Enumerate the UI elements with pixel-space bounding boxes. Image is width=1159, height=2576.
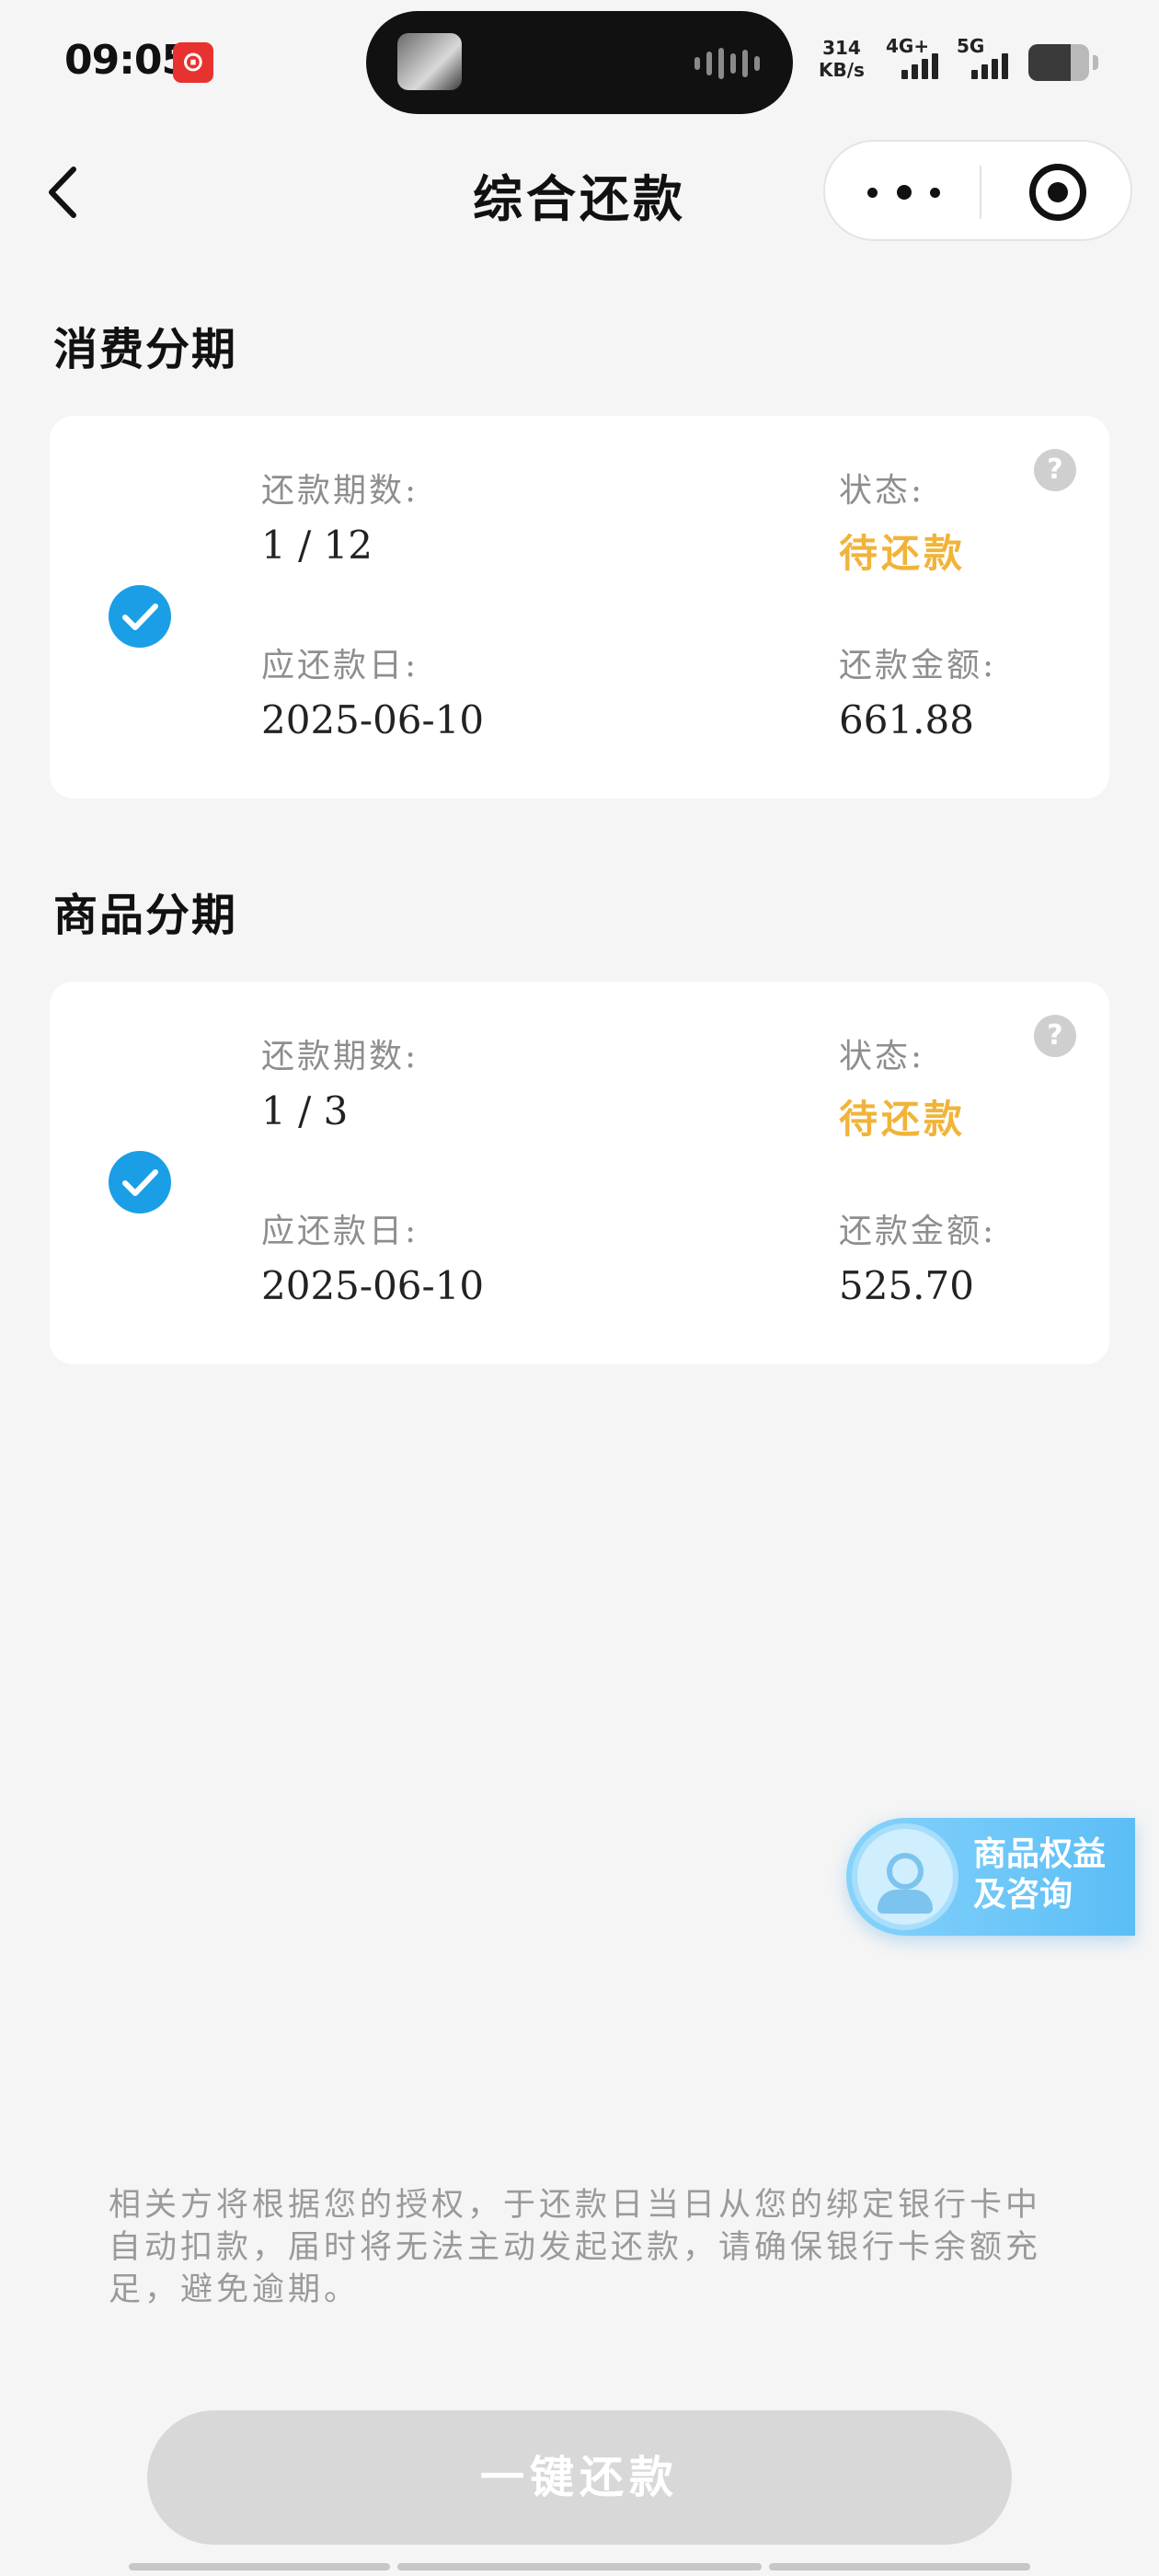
due-date-value: 2025-06-10	[261, 1263, 485, 1308]
help-icon[interactable]: ?	[1034, 1015, 1076, 1057]
period-value: 1 / 12	[261, 523, 373, 568]
signal-bars-icon	[901, 53, 938, 79]
period-value: 1 / 3	[261, 1088, 349, 1133]
gesture-bar-center[interactable]	[397, 2563, 762, 2570]
amount-value: 525.70	[839, 1263, 974, 1308]
audio-wave-icon	[694, 48, 760, 79]
more-button[interactable]	[862, 166, 950, 219]
more-dot-right	[930, 188, 940, 198]
amount-label: 还款金额:	[839, 1213, 997, 1250]
netease-music-icon: ⊙	[173, 42, 213, 83]
status-value: 待还款	[839, 1097, 967, 1142]
signal-bars-icon-2	[971, 53, 1008, 79]
status-label: 状态:	[839, 1038, 925, 1075]
mini-program-capsule	[823, 140, 1132, 241]
headset-shape	[887, 1853, 924, 1890]
net-speed-unit: KB/s	[819, 59, 865, 81]
check-icon	[122, 604, 158, 630]
consult-line1: 商品权益	[973, 1835, 1107, 1873]
section-title-product-installment: 商品分期	[53, 890, 238, 941]
consult-line2: 及咨询	[973, 1876, 1073, 1914]
installment-card[interactable]: ? 还款期数: 1 / 12 状态: 待还款 应还款日: 2025-06-10 …	[50, 416, 1109, 799]
more-dot-center	[897, 185, 912, 200]
status-bar: 09:05 ⊙ 314 KB/s 4G+ 5G	[0, 0, 1159, 129]
gesture-bar-left	[129, 2563, 390, 2570]
auto-debit-notice: 相关方将根据您的授权，于还款日当日从您的绑定银行卡中自动扣款，届时将无法主动发起…	[109, 2187, 1042, 2308]
capsule-divider	[980, 166, 981, 219]
checkbox-selected[interactable]	[109, 1151, 171, 1213]
gesture-bar-right	[769, 2563, 1030, 2570]
status-value: 待还款	[839, 531, 967, 576]
due-date-value: 2025-06-10	[261, 697, 485, 742]
close-mini-program-button[interactable]	[1029, 164, 1086, 221]
net-speed-value: 314	[822, 37, 861, 59]
dynamic-island[interactable]	[366, 11, 793, 114]
network-speed: 314 KB/s	[819, 37, 865, 81]
media-thumbnail	[397, 33, 462, 90]
period-label: 还款期数:	[261, 1038, 419, 1075]
status-time: 09:05	[64, 37, 189, 84]
product-rights-consult-button[interactable]: 商品权益 及咨询	[846, 1818, 1135, 1936]
section-title-consumer-installment: 消费分期	[53, 324, 238, 375]
one-click-repay-button[interactable]: 一键还款	[147, 2410, 1012, 2545]
period-label: 还款期数:	[261, 472, 419, 510]
battery-tip	[1093, 55, 1098, 70]
checkbox-selected[interactable]	[109, 585, 171, 648]
battery-level	[1028, 44, 1072, 81]
agent-body-shape	[878, 1890, 933, 1914]
help-icon[interactable]: ?	[1034, 449, 1076, 491]
amount-value: 661.88	[839, 697, 974, 742]
check-icon	[122, 1169, 158, 1196]
target-close-icon	[1048, 182, 1068, 202]
more-dots-icon	[867, 188, 878, 198]
installment-card[interactable]: ? 还款期数: 1 / 3 状态: 待还款 应还款日: 2025-06-10 还…	[50, 982, 1109, 1364]
battery-icon	[1028, 44, 1089, 81]
amount-label: 还款金额:	[839, 647, 997, 684]
due-date-label: 应还款日:	[261, 1213, 419, 1250]
customer-service-icon	[852, 1823, 958, 1930]
due-date-label: 应还款日:	[261, 647, 419, 684]
consult-label: 商品权益 及咨询	[973, 1834, 1130, 1915]
status-label: 状态:	[839, 472, 925, 510]
